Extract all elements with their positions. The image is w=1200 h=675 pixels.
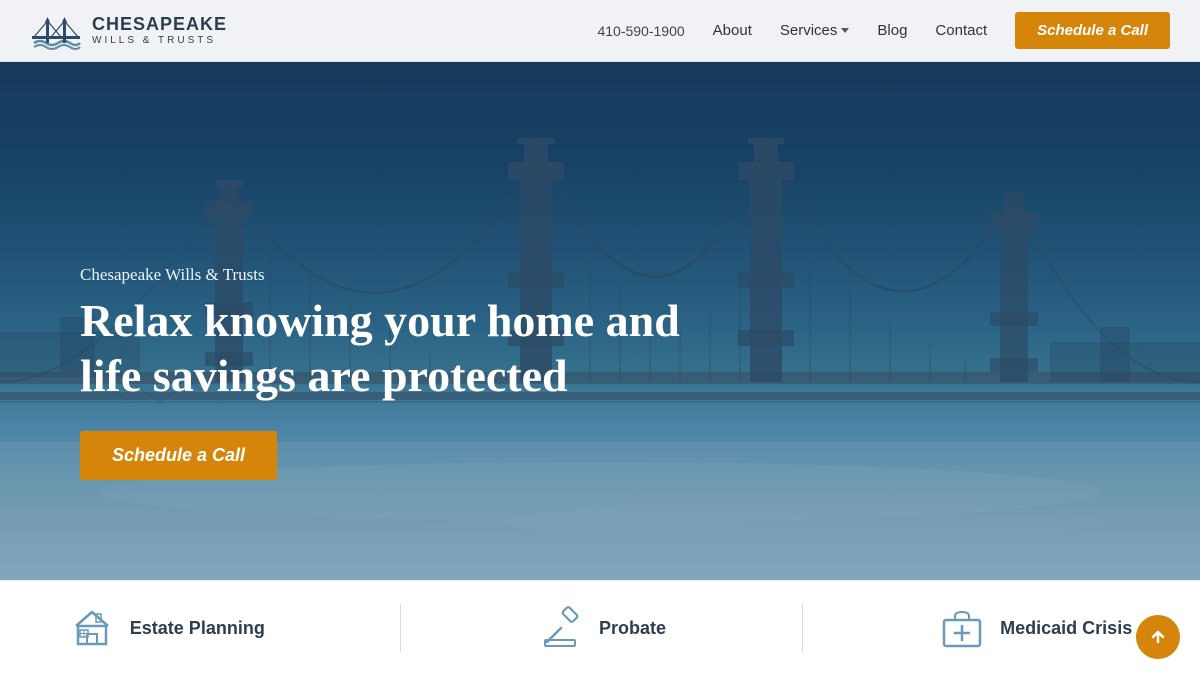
- logo-subtitle: WILLS & TRUSTS: [92, 35, 227, 46]
- services-row: Estate Planning Probate: [0, 580, 1200, 675]
- hero-title: Relax knowing your home and life savings…: [80, 293, 720, 403]
- service-divider-1: [400, 603, 401, 653]
- gavel-icon: [537, 604, 585, 652]
- nav-contact[interactable]: Contact: [935, 22, 987, 39]
- hero-subtitle: Chesapeake Wills & Trusts: [80, 265, 720, 285]
- nav-cta-button[interactable]: Schedule a Call: [1015, 12, 1170, 49]
- chevron-down-icon: [841, 28, 849, 33]
- service-medicaid-crisis[interactable]: Medicaid Crisis: [938, 604, 1132, 652]
- house-icon: [68, 604, 116, 652]
- logo-title: CHESAPEAKE: [92, 15, 227, 35]
- service-probate[interactable]: Probate: [537, 604, 666, 652]
- nav-phone: 410-590-1900: [597, 23, 684, 39]
- hero-cta-button[interactable]: Schedule a Call: [80, 431, 277, 480]
- arrow-up-icon: [1148, 627, 1168, 647]
- hero-content: Chesapeake Wills & Trusts Relax knowing …: [80, 265, 720, 480]
- service-estate-planning[interactable]: Estate Planning: [68, 604, 265, 652]
- medicaid-crisis-label: Medicaid Crisis: [1000, 618, 1132, 639]
- logo[interactable]: CHESAPEAKE WILLS & TRUSTS: [30, 9, 227, 53]
- scroll-up-button[interactable]: [1136, 615, 1180, 659]
- main-nav: 410-590-1900 About Services Blog Contact…: [597, 12, 1170, 49]
- service-divider-2: [802, 603, 803, 653]
- estate-planning-label: Estate Planning: [130, 618, 265, 639]
- logo-icon: [30, 9, 82, 53]
- nav-blog[interactable]: Blog: [877, 22, 907, 39]
- hero-section: Chesapeake Wills & Trusts Relax knowing …: [0, 62, 1200, 580]
- nav-services[interactable]: Services: [780, 22, 850, 39]
- probate-label: Probate: [599, 618, 666, 639]
- header: CHESAPEAKE WILLS & TRUSTS 410-590-1900 A…: [0, 0, 1200, 62]
- page-wrapper: CHESAPEAKE WILLS & TRUSTS 410-590-1900 A…: [0, 0, 1200, 675]
- medical-icon: [938, 604, 986, 652]
- logo-text: CHESAPEAKE WILLS & TRUSTS: [92, 15, 227, 46]
- nav-about[interactable]: About: [713, 22, 752, 39]
